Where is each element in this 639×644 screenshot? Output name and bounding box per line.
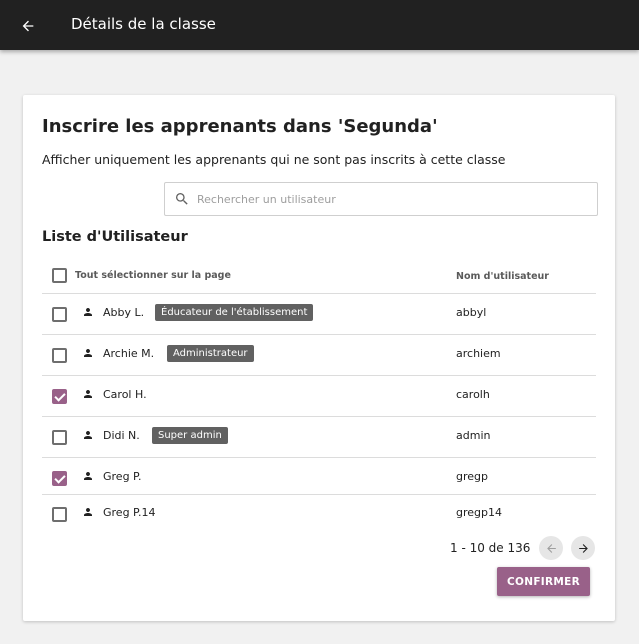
table-row: Carol H. carolh xyxy=(42,376,596,417)
role-badge: Super admin xyxy=(152,427,228,444)
user-full-name: Abby L. xyxy=(103,306,145,319)
list-title: Liste d'Utilisateur xyxy=(42,229,188,245)
role-badge: Administrateur xyxy=(167,345,254,362)
search-input[interactable] xyxy=(197,189,587,209)
person-icon xyxy=(84,431,92,439)
user-username: gregp14 xyxy=(456,506,502,519)
person-icon xyxy=(84,472,92,480)
confirm-button[interactable]: CONFIRMER xyxy=(497,567,590,596)
arrow-back-icon xyxy=(22,20,34,32)
user-full-name: Carol H. xyxy=(103,388,147,401)
user-full-name: Greg P.14 xyxy=(103,506,156,519)
row-checkbox[interactable] xyxy=(52,307,67,322)
person-icon xyxy=(84,390,92,398)
arrow-left-icon xyxy=(546,543,556,553)
user-username: gregp xyxy=(456,470,488,483)
filter-description: Afficher uniquement les apprenants qui n… xyxy=(42,152,506,167)
user-username: archiem xyxy=(456,347,501,360)
user-full-name: Archie M. xyxy=(103,347,155,360)
pagination-range: 1 - 10 de 136 xyxy=(450,541,531,555)
person-icon xyxy=(84,349,92,357)
role-badge: Éducateur de l'établissement xyxy=(155,304,314,321)
person-icon xyxy=(84,308,92,316)
person-icon xyxy=(84,508,92,516)
select-all-label: Tout sélectionner sur la page xyxy=(75,270,231,281)
enroll-card: Inscrire les apprenants dans 'Segunda' A… xyxy=(23,95,615,621)
user-full-name: Greg P. xyxy=(103,470,142,483)
card-title: Inscrire les apprenants dans 'Segunda' xyxy=(42,116,438,137)
table-row: Greg P.14 gregp14 xyxy=(42,495,596,533)
user-username: admin xyxy=(456,429,491,442)
user-username: carolh xyxy=(456,388,490,401)
username-column-header: Nom d'utilisateur xyxy=(456,271,549,282)
next-page-button[interactable] xyxy=(571,536,595,560)
search-icon xyxy=(176,193,188,205)
table-row: Abby L. Éducateur de l'établissement abb… xyxy=(42,294,596,335)
select-all-checkbox[interactable] xyxy=(52,268,67,283)
search-box xyxy=(164,182,598,216)
arrow-right-icon xyxy=(578,543,588,553)
table-header: Tout sélectionner sur la page Nom d'util… xyxy=(42,258,596,294)
page-title: Détails de la classe xyxy=(71,15,216,33)
row-checkbox[interactable] xyxy=(52,471,67,486)
table-row: Didi N. Super admin admin xyxy=(42,417,596,458)
previous-page-button[interactable] xyxy=(539,536,563,560)
back-button[interactable] xyxy=(14,12,42,40)
table-row: Greg P. gregp xyxy=(42,458,596,495)
row-checkbox[interactable] xyxy=(52,389,67,404)
row-checkbox[interactable] xyxy=(52,430,67,445)
user-full-name: Didi N. xyxy=(103,429,140,442)
row-checkbox[interactable] xyxy=(52,507,67,522)
row-checkbox[interactable] xyxy=(52,348,67,363)
app-bar: Détails de la classe xyxy=(0,0,639,50)
user-username: abbyl xyxy=(456,306,487,319)
table-row: Archie M. Administrateur archiem xyxy=(42,335,596,376)
